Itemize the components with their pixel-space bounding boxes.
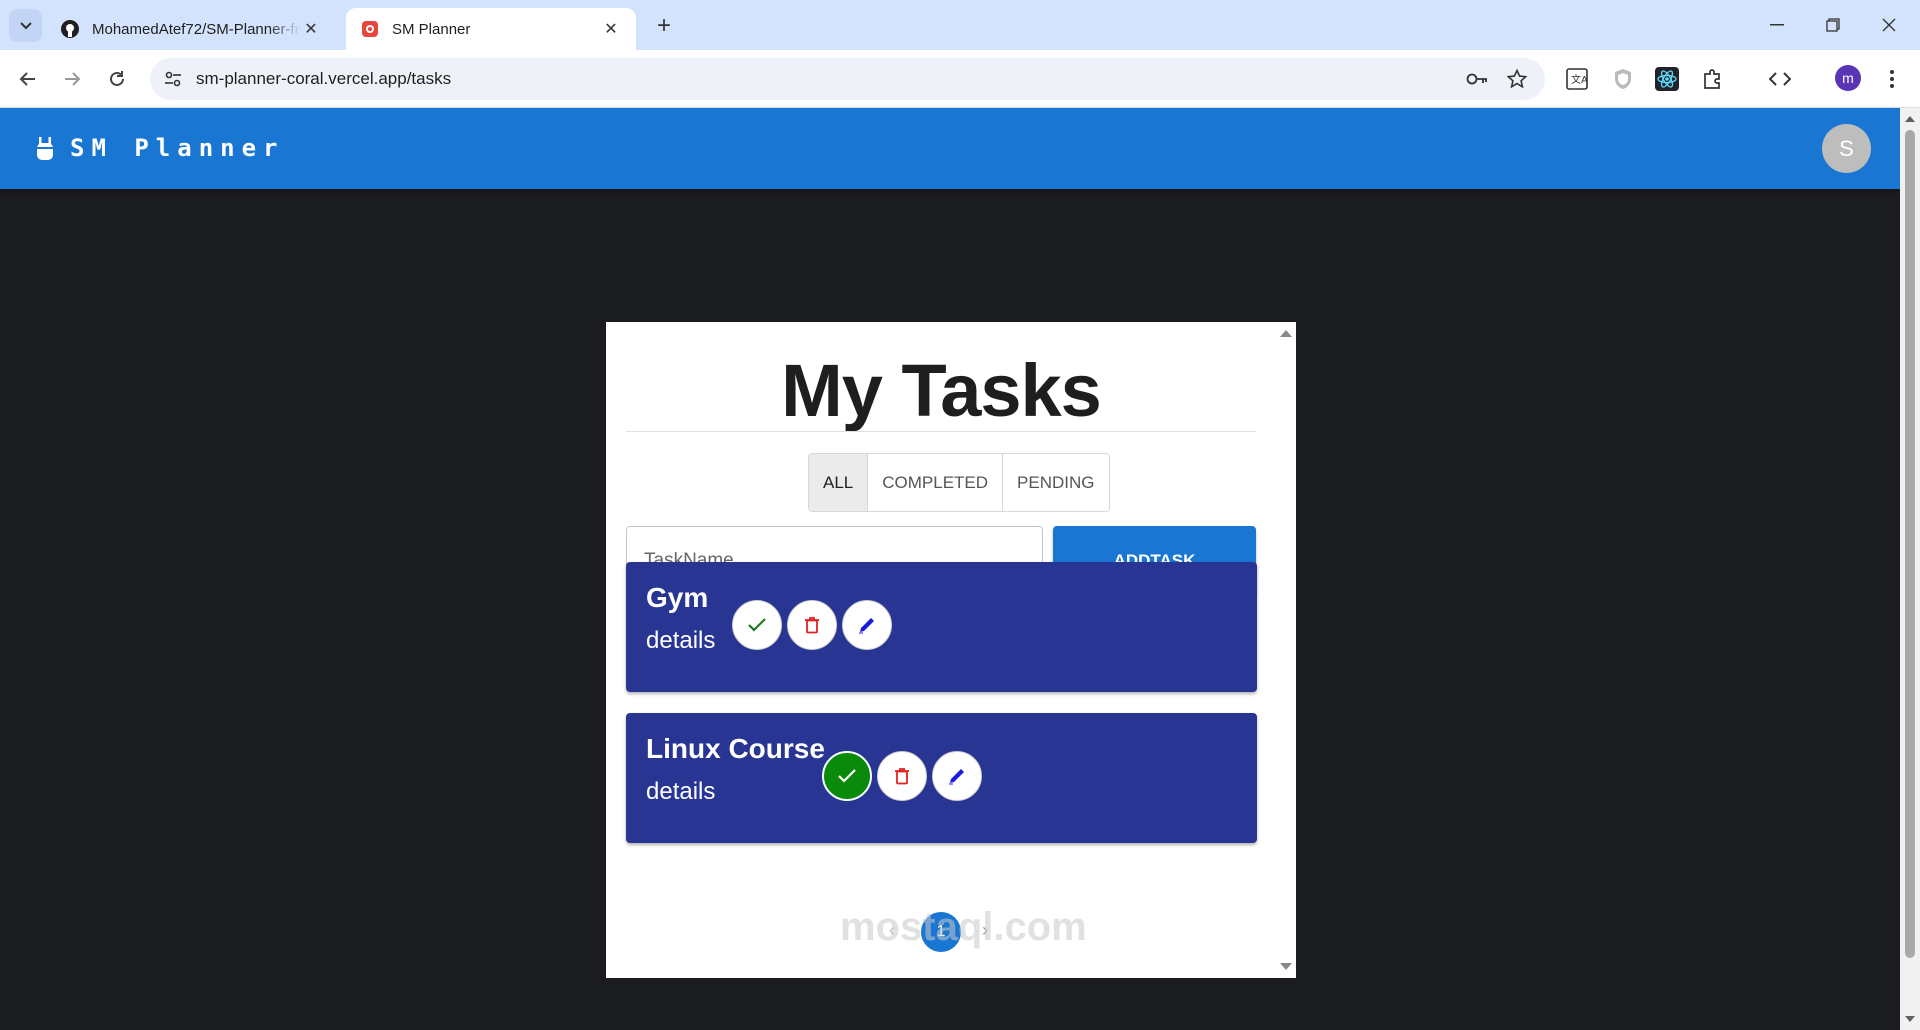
scroll-down-arrow[interactable]	[1905, 1016, 1915, 1022]
complete-task-button[interactable]	[732, 600, 782, 650]
delete-task-button[interactable]	[877, 751, 927, 801]
restore-button[interactable]	[1808, 8, 1858, 42]
close-icon[interactable]: ✕	[600, 18, 622, 40]
svg-text:文A: 文A	[1571, 73, 1588, 86]
page-title: My Tasks	[781, 349, 1102, 432]
react-devtools-icon[interactable]	[1653, 65, 1681, 93]
close-icon	[1882, 18, 1896, 32]
url-text: sm-planner-coral.vercel.app/tasks	[196, 69, 452, 88]
card-scroll-up-arrow[interactable]	[1280, 330, 1292, 337]
app-header: SM Planner S	[0, 108, 1900, 189]
user-avatar[interactable]: S	[1822, 124, 1871, 173]
browser-tab-bar: MohamedAtef72/SM-Planner-frontend ✕ SM P…	[0, 0, 1920, 50]
extensions-puzzle-icon[interactable]	[1699, 65, 1727, 93]
profile-avatar[interactable]: m	[1835, 65, 1861, 91]
restore-icon	[1826, 18, 1840, 32]
planner-favicon	[360, 19, 380, 39]
watermark: mostaql.com	[840, 905, 1087, 949]
address-bar[interactable]: sm-planner-coral.vercel.app/tasks	[150, 58, 1545, 100]
edit-task-button[interactable]	[842, 600, 892, 650]
task-details: details	[646, 627, 716, 654]
filter-completed-button[interactable]: COMPLETED	[868, 454, 1004, 511]
reload-button[interactable]	[99, 61, 135, 97]
forward-button[interactable]	[54, 61, 90, 97]
github-icon	[60, 19, 80, 39]
tab-title: SM Planner	[392, 20, 471, 38]
tasks-card: My Tasks ALL COMPLETED PENDING ADDTASK G…	[606, 322, 1296, 978]
pencil-icon	[949, 769, 964, 785]
star-icon[interactable]	[1506, 68, 1528, 90]
shield-extension-icon[interactable]	[1609, 65, 1637, 93]
close-window-button[interactable]	[1864, 8, 1914, 42]
filter-pending-button[interactable]: PENDING	[1003, 454, 1109, 511]
task-card: Gym details	[626, 562, 1257, 692]
back-button[interactable]	[10, 61, 46, 97]
devtools-code-icon[interactable]	[1766, 65, 1794, 93]
trash-icon	[805, 617, 819, 634]
edit-task-button[interactable]	[932, 751, 982, 801]
key-icon[interactable]	[1466, 68, 1488, 90]
minimize-button[interactable]	[1752, 8, 1802, 42]
scroll-up-arrow[interactable]	[1905, 116, 1915, 122]
card-scroll-down-arrow[interactable]	[1280, 963, 1292, 970]
task-actions	[822, 751, 982, 801]
task-name: Linux Course	[646, 733, 825, 764]
check-icon	[838, 769, 856, 783]
filter-toggle-group: ALL COMPLETED PENDING	[808, 453, 1110, 512]
chevron-down-icon	[19, 21, 32, 29]
close-icon[interactable]: ✕	[300, 18, 322, 40]
arrow-right-icon	[65, 72, 81, 86]
more-menu-icon[interactable]	[1878, 65, 1906, 93]
complete-task-button[interactable]	[822, 751, 872, 801]
tab-github[interactable]: MohamedAtef72/SM-Planner-frontend ✕	[46, 8, 336, 50]
reload-icon	[110, 71, 124, 86]
task-details: details	[646, 778, 716, 805]
brand-name: SM Planner	[70, 134, 285, 162]
scrollbar-thumb[interactable]	[1905, 130, 1915, 958]
page-scrollbar[interactable]	[1900, 108, 1920, 1030]
title-divider	[626, 431, 1256, 432]
brand[interactable]: SM Planner	[34, 134, 285, 162]
delete-task-button[interactable]	[787, 600, 837, 650]
task-card: Linux Course details	[626, 713, 1257, 843]
trash-icon	[895, 768, 909, 785]
tab-sm-planner[interactable]: SM Planner ✕	[346, 8, 636, 50]
tab-search-button[interactable]	[9, 9, 42, 42]
new-tab-button[interactable]: +	[650, 12, 678, 40]
tab-title: MohamedAtef72/SM-Planner-frontend	[92, 20, 300, 38]
task-name: Gym	[646, 582, 709, 613]
robot-icon	[37, 137, 53, 160]
check-icon	[748, 618, 766, 632]
filter-all-button[interactable]: ALL	[809, 454, 869, 511]
site-settings-icon[interactable]	[162, 68, 184, 90]
task-actions	[732, 600, 892, 650]
arrow-left-icon	[19, 72, 35, 86]
translate-extension-icon[interactable]: 文A	[1563, 65, 1591, 93]
minimize-icon	[1770, 24, 1784, 26]
pencil-icon	[859, 618, 874, 634]
browser-toolbar: sm-planner-coral.vercel.app/tasks 文A m	[0, 50, 1920, 108]
